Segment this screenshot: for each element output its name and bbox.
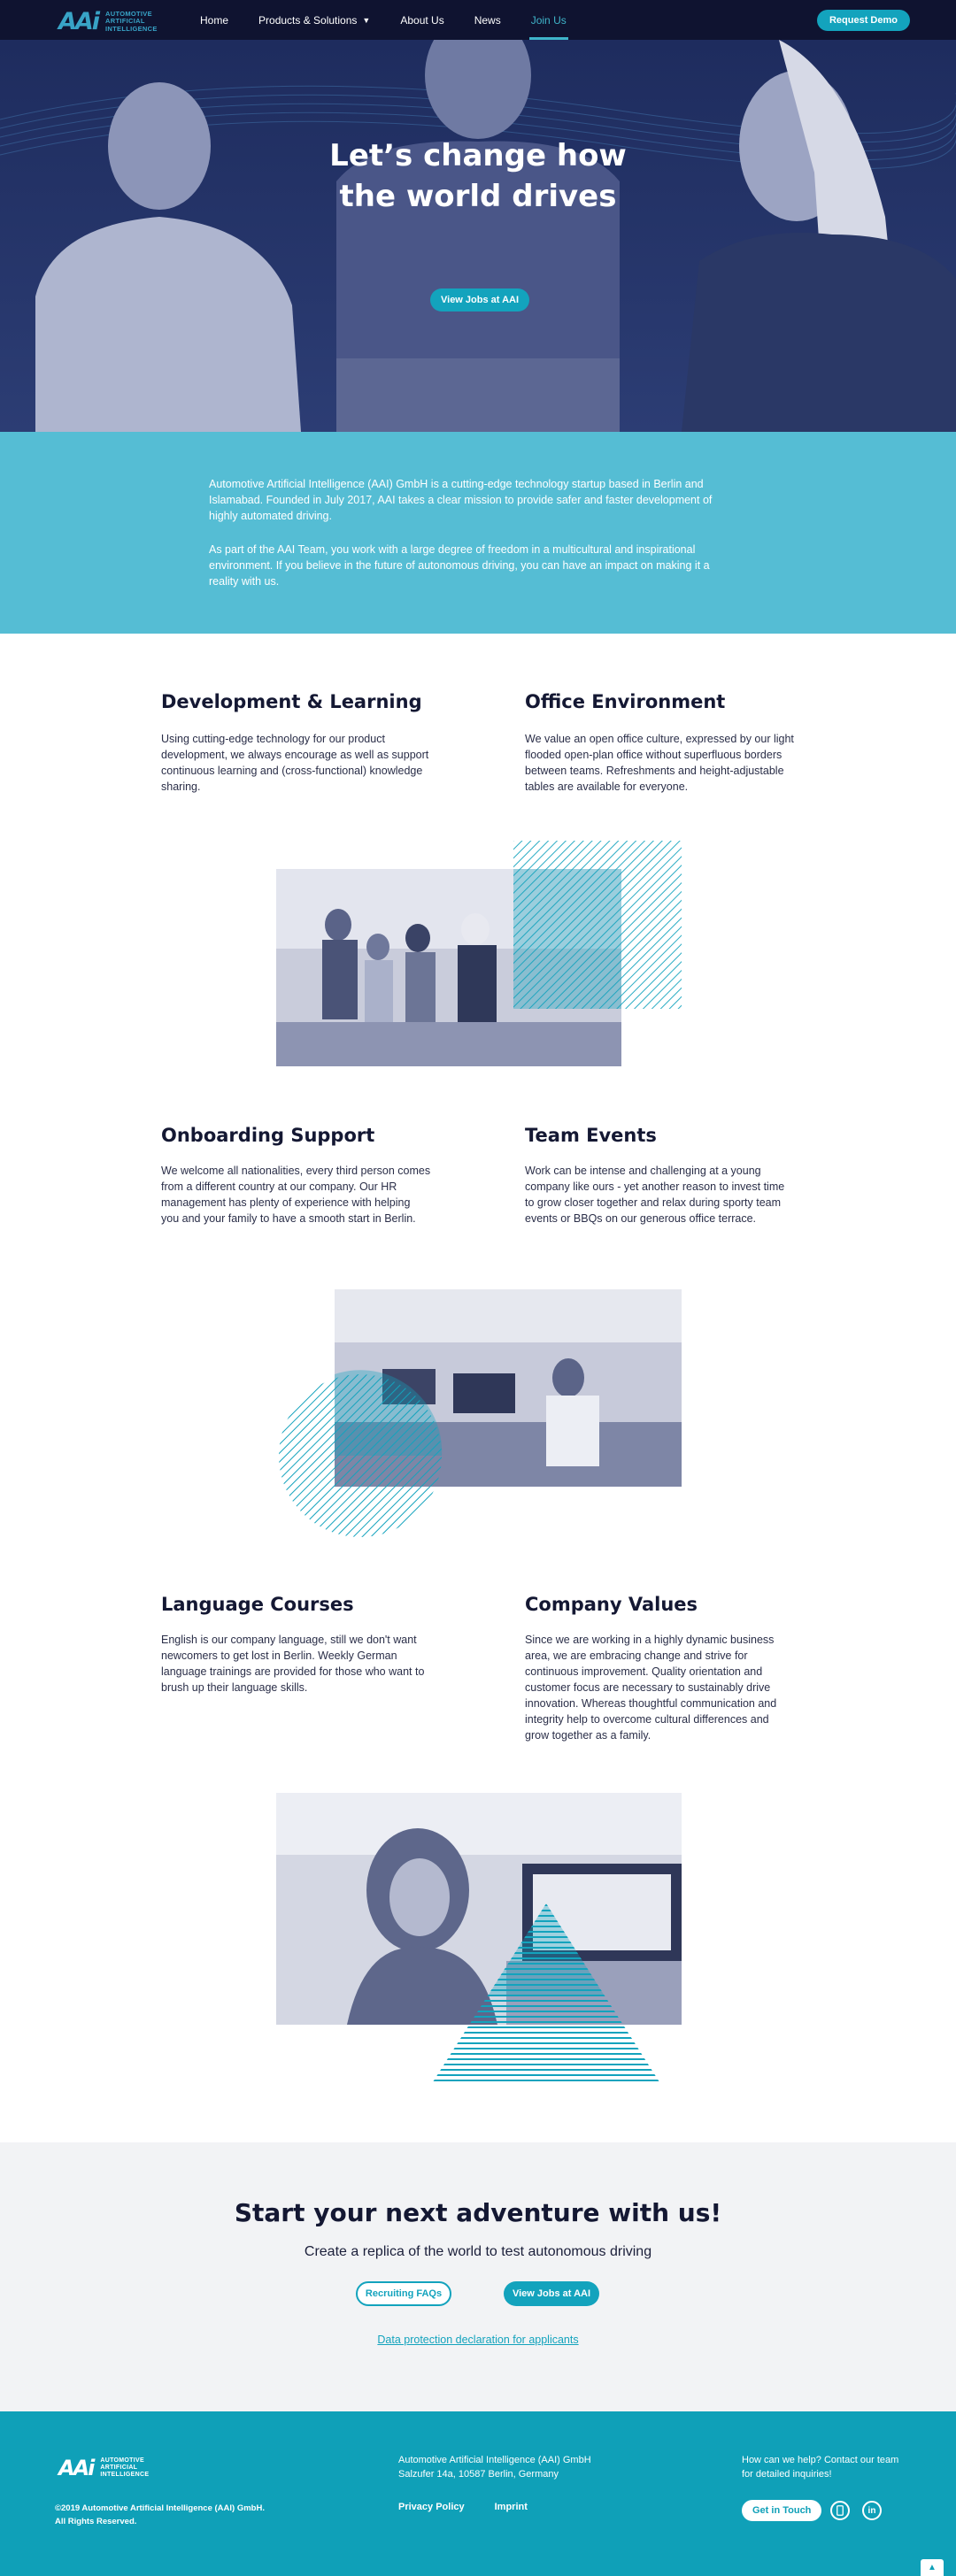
nav-news[interactable]: News (474, 0, 501, 40)
intro-paragraph-2: As part of the AAI Team, you work with a… (209, 543, 710, 588)
footer-logo[interactable]: AAi AUTOMOTIVE ARTIFICIAL INTELLIGENCE (58, 2456, 149, 2480)
nav-about-us[interactable]: About Us (400, 0, 443, 40)
data-protection-link[interactable]: Data protection declaration for applican… (0, 2334, 956, 2346)
footer-copyright: ©2019 Automotive Artificial Intelligence… (55, 2503, 265, 2526)
footer-help-text: How can we help? Contact our team for de… (742, 2455, 899, 2480)
hero-photo (0, 40, 956, 432)
footer-logo-mark: AAi (58, 2456, 95, 2480)
feature-text-onboarding: We welcome all nationalities, every thir… (161, 1165, 431, 1225)
feature-title-company-values: Company Values (525, 1594, 698, 1615)
nav-products-label: Products & Solutions (258, 13, 358, 27)
footer: AAi AUTOMOTIVE ARTIFICIAL INTELLIGENCE ©… (0, 2411, 956, 2576)
logo-mark: AAi (58, 8, 100, 35)
intro-section: Automotive Artificial Intelligence (AAI)… (0, 432, 956, 634)
cta-title: Start your next adventure with us! (234, 2198, 722, 2227)
feature-title-onboarding: Onboarding Support (161, 1125, 375, 1146)
nav-join-us[interactable]: Join Us (528, 0, 568, 40)
chevron-down-icon: ▼ (362, 15, 371, 25)
privacy-policy-link[interactable]: Privacy Policy (398, 2502, 465, 2512)
linkedin-icon[interactable]: in (862, 2501, 882, 2520)
office-workspace-image (276, 1289, 682, 1537)
feature-title-language: Language Courses (161, 1594, 354, 1615)
request-demo-button[interactable]: Request Demo (816, 10, 910, 31)
footer-links: Privacy Policy Imprint (398, 2502, 558, 2512)
feature-title-team-events: Team Events (525, 1125, 657, 1146)
employee-portrait-image (276, 1793, 682, 2089)
footer-logo-wordmark: AUTOMOTIVE ARTIFICIAL INTELLIGENCE (100, 2457, 150, 2478)
recruiting-faqs-button[interactable]: Recruiting FAQs (356, 2281, 451, 2306)
logo-wordmark: AUTOMOTIVE ARTIFICIAL INTELLIGENCE (105, 9, 158, 33)
feature-text-language: English is our company language, still w… (161, 1634, 425, 1694)
get-in-touch-button[interactable]: Get in Touch (742, 2500, 822, 2521)
hero-banner: Let’s change how the world drives View J… (0, 40, 956, 432)
nav-home[interactable]: Home (200, 0, 228, 40)
feature-text-office: We value an open office culture, express… (525, 733, 794, 793)
nav-products-solutions[interactable]: Products & Solutions ▼ (258, 0, 370, 40)
team-meeting-image (276, 841, 682, 1066)
nav-links: Home Products & Solutions ▼ About Us News… (200, 0, 597, 40)
scroll-to-top-icon[interactable]: ▲ (921, 2559, 944, 2576)
feature-text-company-values: Since we are working in a highly dynamic… (525, 1634, 777, 1742)
feature-title-office: Office Environment (525, 691, 726, 712)
aai-logo[interactable]: AAi AUTOMOTIVE ARTIFICIAL INTELLIGENCE (58, 8, 158, 35)
feature-title-development: Development & Learning (161, 691, 422, 712)
feature-text-development: Using cutting-edge technology for our pr… (161, 733, 429, 793)
view-jobs-hero-button[interactable]: View Jobs at AAI (430, 288, 530, 311)
cta-section: Start your next adventure with us! Creat… (0, 2142, 956, 2411)
mobile-icon[interactable] (830, 2501, 850, 2520)
top-navbar: AAi AUTOMOTIVE ARTIFICIAL INTELLIGENCE H… (0, 0, 956, 40)
view-jobs-cta-button[interactable]: View Jobs at AAI (504, 2281, 599, 2306)
intro-paragraph-1: Automotive Artificial Intelligence (AAI)… (209, 478, 713, 522)
hero-title: Let’s change how the world drives (329, 138, 627, 214)
footer-address: Automotive Artificial Intelligence (AAI)… (398, 2455, 591, 2480)
feature-text-team-events: Work can be intense and challenging at a… (525, 1165, 785, 1225)
cta-subtitle: Create a replica of the world to test au… (304, 2244, 652, 2259)
imprint-link[interactable]: Imprint (495, 2502, 528, 2512)
